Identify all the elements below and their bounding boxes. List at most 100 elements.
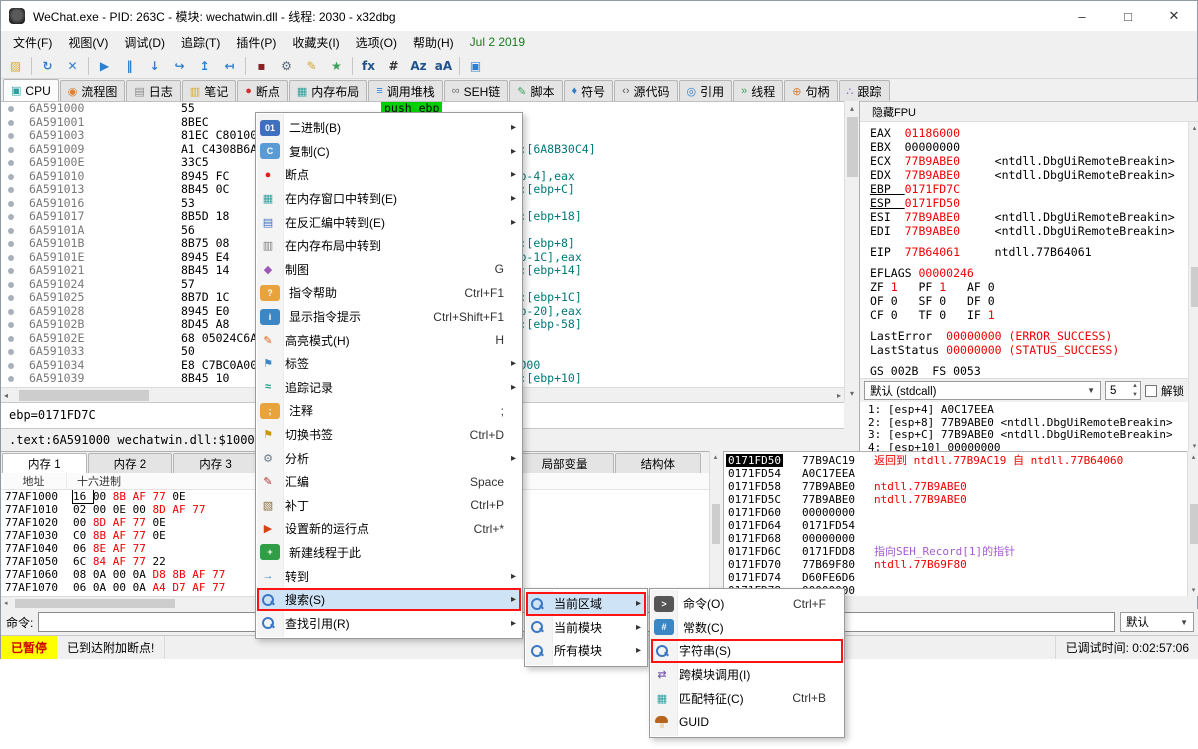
log-button[interactable]: ▪ — [249, 54, 274, 78]
register-line[interactable]: EDI 77B9ABE0 <ntdll.DbgUiRemoteBreakin> — [870, 224, 1188, 238]
tab-handles[interactable]: ⊕句柄 — [784, 80, 837, 101]
breakpoint-dot[interactable] — [8, 363, 14, 369]
dump-tab[interactable]: 内存 2 — [88, 453, 173, 473]
tab-source[interactable]: ‹›源代码 — [614, 80, 677, 101]
stack-row[interactable]: 0171FD6000000000 — [724, 506, 1187, 519]
calling-convention-select[interactable]: 默认 (stdcall) ▼ — [864, 381, 1101, 400]
breakpoint-dot[interactable] — [8, 160, 14, 166]
search-submenu-item[interactable]: ⇄跨模块调用(I)▸ — [651, 663, 843, 687]
search-submenu-item[interactable]: ▦匹配特征(C)Ctrl+B▸ — [651, 686, 843, 710]
stack-row[interactable]: 0171FD6800000000 — [724, 532, 1187, 545]
scrollbar-thumb[interactable] — [1191, 267, 1198, 307]
context-menu-item[interactable]: ≈追踪记录▸ — [257, 376, 521, 400]
scope-submenu-item[interactable]: 当前区域▸ — [526, 592, 646, 616]
cpu-window-button[interactable]: ▣ — [463, 54, 488, 78]
stack-row[interactable]: 0171FD5C77B9ABE0ntdll.77B9ABE0 — [724, 493, 1187, 506]
menubar-item[interactable]: 视图(V) — [60, 31, 116, 54]
register-line[interactable]: ESP 0171FD50 — [870, 196, 1188, 210]
search-submenu-item[interactable]: 字符串(S)▸ — [651, 639, 843, 663]
stack-row[interactable]: 0171FD54A0C17EEA — [724, 467, 1187, 480]
context-menu-item[interactable]: ✎汇编Space▸ — [257, 470, 521, 494]
tab-graph[interactable]: ◉流程图 — [60, 80, 126, 101]
tab-cpu[interactable]: ▣CPU — [3, 79, 59, 101]
close-button[interactable]: ✕ — [1151, 1, 1197, 31]
tab-log[interactable]: ▤日志 — [126, 80, 180, 101]
checkbox-icon[interactable] — [1145, 385, 1157, 397]
scroll-down-icon[interactable]: ▾ — [1193, 442, 1197, 450]
stack-row[interactable]: 0171FD7077B69F80ntdll.77B69F80 — [724, 558, 1187, 571]
dump-vscrollbar[interactable]: ▴ ▾ — [709, 451, 721, 596]
spinner-arrows-icon[interactable]: ▲▼ — [1132, 382, 1138, 400]
case-aa-button[interactable]: aA — [431, 54, 456, 78]
favourites-button[interactable]: ★ — [324, 54, 349, 78]
breakpoint-dot[interactable] — [8, 336, 14, 342]
context-menu-item[interactable]: C复制(C)▸ — [257, 140, 521, 164]
scroll-right-icon[interactable]: ▸ — [837, 391, 841, 400]
context-menu-item[interactable]: ✎高亮模式(H)H▸ — [257, 328, 521, 352]
disassembly-vscrollbar[interactable]: ▴ ▾ — [844, 101, 859, 401]
breakpoint-dot[interactable] — [8, 255, 14, 261]
breakpoint-dot[interactable] — [8, 322, 14, 328]
context-menu-item[interactable]: ●断点▸ — [257, 163, 521, 187]
scroll-left-icon[interactable]: ◂ — [4, 599, 8, 607]
breakpoint-dot[interactable] — [8, 201, 14, 207]
breakpoint-dot[interactable] — [8, 228, 14, 234]
menubar-item[interactable]: 追踪(T) — [173, 31, 228, 54]
context-menu-item[interactable]: ⚑切换书签Ctrl+D▸ — [257, 423, 521, 447]
tab-script[interactable]: ✎脚本 — [509, 80, 562, 101]
scope-submenu-item[interactable]: 当前模块▸ — [526, 616, 646, 640]
breakpoint-dot[interactable] — [8, 174, 14, 180]
step-into-button[interactable]: ↓ — [142, 54, 167, 78]
context-menu-item[interactable]: ▥在内存布局中转到▸ — [257, 234, 521, 258]
open-file-button[interactable]: ▨ — [3, 54, 28, 78]
pause-button[interactable]: ‖ — [117, 54, 142, 78]
dump-tab[interactable]: 结构体 — [615, 453, 702, 473]
scroll-left-icon[interactable]: ◂ — [4, 391, 8, 400]
breakpoint-dot[interactable] — [8, 268, 14, 274]
scrollbar-thumb[interactable] — [1190, 504, 1198, 544]
dump-tab[interactable]: 内存 1 — [2, 453, 87, 473]
argument-row[interactable]: 3: [esp+C] 77B9ABE0 <ntdll.DbgUiRemoteBr… — [868, 429, 1188, 442]
context-menu-item[interactable]: ;注释;▸ — [257, 399, 521, 423]
tab-memory-map[interactable]: ▦内存布局 — [289, 80, 367, 101]
breakpoint-dot[interactable] — [8, 241, 14, 247]
scroll-up-icon[interactable]: ▴ — [714, 453, 718, 461]
menubar-item[interactable]: 选项(O) — [348, 31, 405, 54]
search-submenu-item[interactable]: #常数(C)▸ — [651, 616, 843, 640]
register-line[interactable]: ESI 77B9ABE0 <ntdll.DbgUiRemoteBreakin> — [870, 210, 1188, 224]
context-menu-item[interactable]: ⚑标签▸ — [257, 352, 521, 376]
scroll-down-icon[interactable]: ▾ — [1192, 586, 1196, 594]
tab-symbols[interactable]: ♦符号 — [564, 80, 614, 101]
register-line[interactable]: GS 002B FS 0053 — [870, 364, 1188, 378]
tab-notes[interactable]: ▥笔记 — [182, 80, 236, 101]
context-menu-item[interactable]: ?指令帮助Ctrl+F1▸ — [257, 281, 521, 305]
breakpoint-dot[interactable] — [8, 187, 14, 193]
settings-gear-button[interactable]: ⚙ — [274, 54, 299, 78]
menubar-item[interactable]: 文件(F) — [5, 31, 60, 54]
scope-submenu-item[interactable]: 所有模块▸ — [526, 639, 646, 663]
register-line[interactable]: OF 0 SF 0 DF 0 — [870, 294, 1188, 308]
breakpoint-dot[interactable] — [8, 120, 14, 126]
breakpoint-dot[interactable] — [8, 106, 14, 112]
register-line[interactable]: LastError 00000000 (ERROR_SUCCESS) — [870, 329, 1188, 343]
scroll-up-icon[interactable]: ▴ — [1192, 453, 1196, 461]
search-submenu-item[interactable]: GUID▸ — [651, 710, 843, 734]
scrollbar-thumb[interactable] — [19, 390, 149, 401]
tab-references[interactable]: ◎引用 — [679, 80, 733, 101]
dump-tab[interactable]: 局部变量 — [516, 453, 614, 473]
context-menu-item[interactable]: 搜索(S)▸ — [257, 588, 521, 612]
register-line[interactable]: EFLAGS 00000246 — [870, 266, 1188, 280]
register-line[interactable]: ECX 77B9ABE0 <ntdll.DbgUiRemoteBreakin> — [870, 154, 1188, 168]
unlock-checkbox[interactable]: 解锁 — [1145, 383, 1184, 399]
register-line[interactable]: LastStatus 00000000 (STATUS_SUCCESS) — [870, 343, 1188, 357]
breakpoint-dot[interactable] — [8, 147, 14, 153]
menubar-item[interactable]: 插件(P) — [228, 31, 284, 54]
argument-count-spinner[interactable]: 5 ▲▼ — [1105, 381, 1141, 400]
tab-call-stack[interactable]: ≡调用堆栈 — [368, 80, 442, 101]
tab-seh[interactable]: ∞SEH链 — [444, 80, 509, 101]
context-menu-item[interactable]: i显示指令提示Ctrl+Shift+F1▸ — [257, 305, 521, 329]
registers-vscrollbar[interactable]: ▴ ▾ — [1188, 122, 1198, 452]
menubar-item[interactable]: 调试(D) — [116, 31, 173, 54]
breakpoint-dot[interactable] — [8, 349, 14, 355]
step-back-button[interactable]: ↤ — [217, 54, 242, 78]
